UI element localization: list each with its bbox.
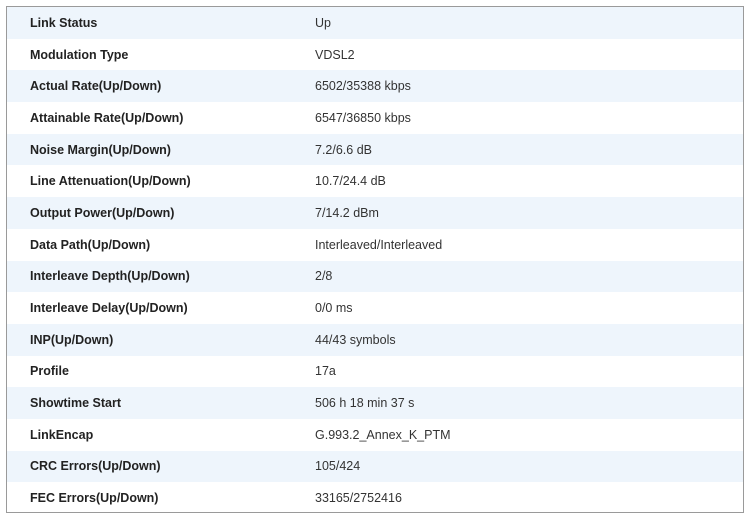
row-value: Up: [315, 15, 331, 30]
row-value: 6502/35388 kbps: [315, 79, 411, 94]
row-value: 17a: [315, 364, 336, 379]
row-label: Modulation Type: [30, 47, 129, 62]
row-label: INP(Up/Down): [30, 332, 114, 347]
dsl-status-panel: Link Status Up Modulation Type VDSL2 Act…: [6, 6, 744, 513]
table-row-interleave-depth: Interleave Depth(Up/Down) 2/8: [7, 260, 743, 293]
row-value: 105/424: [315, 459, 361, 474]
row-label: Output Power(Up/Down): [30, 205, 175, 220]
row-value: VDSL2: [315, 47, 355, 62]
table-row-showtime-start: Showtime Start 506 h 18 min 37 s: [7, 387, 743, 419]
table-row-profile: Profile 17a: [7, 355, 743, 388]
table-row-crc-errors: CRC Errors(Up/Down) 105/424: [7, 450, 743, 483]
row-label: Link Status: [30, 15, 98, 30]
row-value: 0/0 ms: [315, 301, 353, 316]
row-label: Interleave Depth(Up/Down): [30, 269, 190, 284]
row-value: 33165/2752416: [315, 491, 402, 506]
table-row-actual-rate: Actual Rate(Up/Down) 6502/35388 kbps: [7, 70, 743, 103]
table-row-interleave-delay: Interleave Delay(Up/Down) 0/0 ms: [7, 292, 743, 324]
row-label: Noise Margin(Up/Down): [30, 142, 171, 157]
row-value: 506 h 18 min 37 s: [315, 396, 415, 411]
row-label: LinkEncap: [30, 427, 94, 442]
table-row-link-status: Link Status Up: [7, 7, 743, 39]
row-label: Data Path(Up/Down): [30, 237, 151, 252]
table-row-attainable-rate: Attainable Rate(Up/Down) 6547/36850 kbps: [7, 102, 743, 134]
dsl-status-table: Link Status Up Modulation Type VDSL2 Act…: [7, 7, 743, 512]
row-value: 7/14.2 dBm: [315, 205, 379, 220]
table-row-fec-errors: FEC Errors(Up/Down) 33165/2752416: [7, 482, 743, 512]
row-label: Showtime Start: [30, 396, 121, 411]
row-value: 10.7/24.4 dB: [315, 174, 386, 189]
table-row-inp: INP(Up/Down) 44/43 symbols: [7, 323, 743, 356]
row-label: Profile: [30, 364, 69, 379]
table-row-output-power: Output Power(Up/Down) 7/14.2 dBm: [7, 197, 743, 229]
row-label: Interleave Delay(Up/Down): [30, 301, 188, 316]
table-row-modulation-type: Modulation Type VDSL2: [7, 38, 743, 71]
table-row-data-path: Data Path(Up/Down) Interleaved/Interleav…: [7, 228, 743, 261]
row-value: Interleaved/Interleaved: [315, 237, 443, 252]
row-value: G.993.2_Annex_K_PTM: [315, 427, 451, 442]
row-label: Attainable Rate(Up/Down): [30, 110, 184, 125]
row-value: 44/43 symbols: [315, 332, 396, 347]
row-value: 7.2/6.6 dB: [315, 142, 372, 157]
row-value: 6547/36850 kbps: [315, 110, 411, 125]
row-label: FEC Errors(Up/Down): [30, 491, 159, 506]
table-row-link-encap: LinkEncap G.993.2_Annex_K_PTM: [7, 418, 743, 451]
row-label: CRC Errors(Up/Down): [30, 459, 161, 474]
row-label: Line Attenuation(Up/Down): [30, 174, 191, 189]
row-label: Actual Rate(Up/Down): [30, 79, 162, 94]
table-row-line-attenuation: Line Attenuation(Up/Down) 10.7/24.4 dB: [7, 165, 743, 198]
row-value: 2/8: [315, 269, 333, 284]
table-row-noise-margin: Noise Margin(Up/Down) 7.2/6.6 dB: [7, 133, 743, 166]
